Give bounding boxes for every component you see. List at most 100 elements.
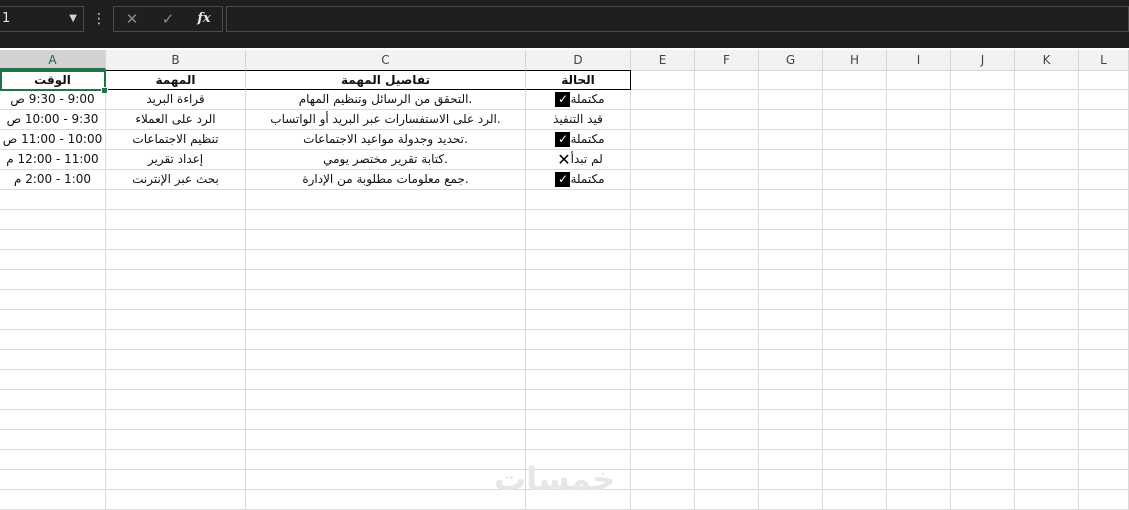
cell[interactable] — [631, 230, 695, 250]
cell[interactable] — [695, 290, 759, 310]
cell[interactable] — [1015, 290, 1079, 310]
cell[interactable] — [106, 490, 246, 510]
cell[interactable] — [246, 210, 526, 230]
cell[interactable] — [106, 470, 246, 490]
cell[interactable] — [759, 250, 823, 270]
cell[interactable] — [887, 390, 951, 410]
cell[interactable] — [246, 330, 526, 350]
cell[interactable] — [887, 170, 951, 190]
cell[interactable] — [695, 410, 759, 430]
cell[interactable] — [823, 410, 887, 430]
cell[interactable] — [695, 130, 759, 150]
cell[interactable] — [951, 370, 1015, 390]
cell[interactable] — [823, 170, 887, 190]
cell[interactable] — [631, 210, 695, 230]
cell[interactable] — [823, 90, 887, 110]
cell[interactable] — [823, 310, 887, 330]
cell[interactable] — [631, 310, 695, 330]
cell[interactable] — [246, 310, 526, 330]
cell[interactable] — [695, 270, 759, 290]
cell[interactable] — [246, 350, 526, 370]
cell[interactable] — [695, 310, 759, 330]
cell[interactable] — [631, 130, 695, 150]
cell[interactable] — [887, 350, 951, 370]
enter-icon[interactable]: ✓ — [152, 7, 184, 31]
cell[interactable] — [887, 410, 951, 430]
cell[interactable] — [759, 190, 823, 210]
name-box[interactable]: 1 ▼ — [0, 6, 84, 32]
cell[interactable] — [887, 310, 951, 330]
cell[interactable] — [106, 270, 246, 290]
cell[interactable] — [246, 390, 526, 410]
cell[interactable] — [631, 350, 695, 370]
cell[interactable] — [887, 490, 951, 510]
cell[interactable] — [1015, 250, 1079, 270]
cell[interactable] — [1015, 410, 1079, 430]
insert-function-icon[interactable]: fx — [188, 7, 220, 31]
cell[interactable] — [823, 210, 887, 230]
cell[interactable] — [695, 210, 759, 230]
column-header-e[interactable]: E — [631, 50, 695, 70]
column-header-a[interactable]: A — [0, 50, 106, 70]
cell[interactable] — [759, 70, 823, 90]
cell[interactable] — [887, 210, 951, 230]
cell[interactable] — [526, 290, 631, 310]
cell[interactable] — [887, 430, 951, 450]
cell[interactable] — [695, 190, 759, 210]
header-cell-c[interactable]: تفاصيل المهمة — [246, 70, 526, 90]
cell[interactable] — [823, 230, 887, 250]
cell[interactable] — [759, 130, 823, 150]
chevron-down-icon[interactable]: ▼ — [69, 7, 77, 31]
cell[interactable] — [759, 230, 823, 250]
cell[interactable] — [887, 150, 951, 170]
cell[interactable] — [246, 230, 526, 250]
cell[interactable] — [759, 410, 823, 430]
cell[interactable] — [951, 150, 1015, 170]
cell[interactable] — [759, 470, 823, 490]
cell[interactable] — [0, 490, 106, 510]
cell[interactable] — [246, 430, 526, 450]
cell[interactable] — [1079, 150, 1129, 170]
cell[interactable] — [106, 350, 246, 370]
fill-handle[interactable] — [101, 87, 108, 94]
cell[interactable] — [823, 270, 887, 290]
cell[interactable] — [0, 370, 106, 390]
cell[interactable] — [631, 470, 695, 490]
cell[interactable] — [246, 290, 526, 310]
task-cell[interactable]: إعداد تقرير — [106, 150, 246, 170]
formula-input[interactable] — [226, 6, 1129, 32]
cell[interactable] — [823, 390, 887, 410]
cell[interactable] — [0, 190, 106, 210]
cell[interactable] — [631, 410, 695, 430]
time-cell[interactable]: 11:00 - 12:00 م — [0, 150, 106, 170]
details-cell[interactable]: كتابة تقرير مختصر يومي. — [246, 150, 526, 170]
cell[interactable] — [631, 370, 695, 390]
cell[interactable] — [1079, 190, 1129, 210]
cell[interactable] — [1079, 110, 1129, 130]
cell[interactable] — [951, 270, 1015, 290]
cell[interactable] — [823, 450, 887, 470]
cell[interactable] — [526, 250, 631, 270]
cell[interactable] — [951, 350, 1015, 370]
cell[interactable] — [695, 470, 759, 490]
cell[interactable] — [1079, 470, 1129, 490]
cell[interactable] — [526, 430, 631, 450]
cell[interactable] — [1015, 490, 1079, 510]
cell[interactable] — [0, 350, 106, 370]
cell[interactable] — [951, 410, 1015, 430]
cell[interactable] — [887, 70, 951, 90]
cell[interactable] — [631, 70, 695, 90]
cell[interactable] — [106, 190, 246, 210]
cell[interactable] — [0, 210, 106, 230]
cell[interactable] — [887, 250, 951, 270]
cell[interactable] — [1079, 130, 1129, 150]
cell[interactable] — [106, 330, 246, 350]
cell[interactable] — [951, 490, 1015, 510]
cell[interactable] — [1079, 210, 1129, 230]
cell[interactable] — [759, 90, 823, 110]
cell[interactable] — [246, 470, 526, 490]
cell[interactable] — [695, 250, 759, 270]
column-header-g[interactable]: G — [759, 50, 823, 70]
cell[interactable] — [0, 250, 106, 270]
cell[interactable] — [1015, 210, 1079, 230]
